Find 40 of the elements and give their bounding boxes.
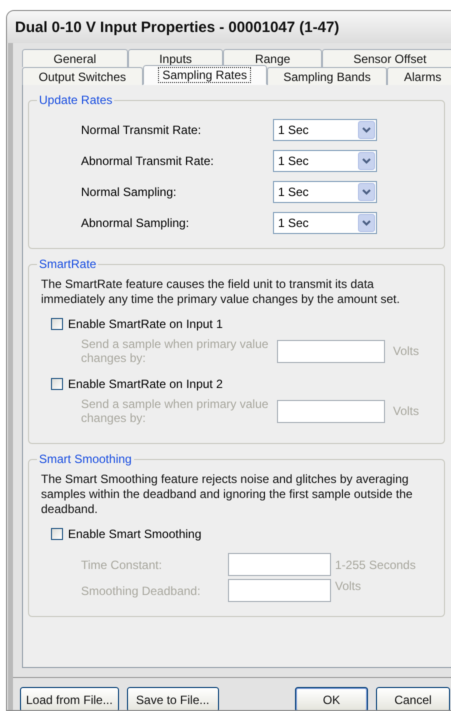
cancel-button[interactable]: Cancel [376, 687, 450, 710]
group-title: Smart Smoothing [38, 452, 133, 466]
checkbox-label[interactable]: Enable Smart Smoothing [68, 527, 202, 541]
unit-label: Volts [393, 344, 420, 358]
field-label: Abnormal Transmit Rate: [81, 154, 215, 168]
description-text: The Smart Smoothing feature rejects noise and glitches by averaging samples within the deadband and ignoring the first sample outside the deadband. [41, 472, 414, 517]
field-label: Abnormal Sampling: [81, 216, 190, 230]
load-button[interactable]: Load from File... [20, 687, 119, 710]
unit-label: Volts [393, 404, 420, 418]
unit-label: 1-255 Seconds [335, 558, 417, 572]
tab[interactable]: Range [223, 49, 322, 67]
description-text: The SmartRate feature causes the field unit to transmit its data immediately any time the primary value changes by the amount set. [41, 277, 401, 307]
tab[interactable]: Output Switches [22, 67, 143, 85]
checkbox[interactable] [51, 528, 63, 540]
tab[interactable]: Inputs [128, 49, 224, 67]
ok-button[interactable]: OK [295, 687, 368, 710]
tab[interactable]: Alarms [387, 67, 451, 85]
window-title: Dual 0-10 V Input Properties - 00001047 (1-47) [15, 18, 340, 36]
caret-icon[interactable] [358, 214, 375, 232]
unit-label: Volts [335, 579, 362, 593]
field-label: Normal Transmit Rate: [81, 123, 202, 137]
field-label: Send a sample when primary value changes by: [81, 397, 270, 425]
field-label: Send a sample when primary value changes by: [81, 337, 270, 365]
dropdown[interactable]: 1 Sec [273, 150, 377, 172]
tab[interactable]: General [22, 49, 128, 67]
field-label: Time Constant: [81, 558, 163, 572]
group-title: Update Rates [38, 93, 114, 107]
tab[interactable]: Sampling Bands [266, 67, 388, 85]
field-label: Normal Sampling: [81, 185, 178, 199]
dropdown[interactable]: 1 Sec [273, 181, 377, 203]
save-button[interactable]: Save to File... [126, 687, 219, 710]
tab[interactable]: Sensor Offset [322, 49, 451, 67]
group-title: SmartRate [38, 257, 98, 271]
tab[interactable]: Sampling Rates [142, 65, 267, 85]
caret-icon[interactable] [358, 183, 375, 201]
dropdown[interactable]: 1 Sec [273, 212, 377, 234]
dropdown[interactable]: 1 Sec [273, 119, 377, 141]
field-label: Smoothing Deadband: [81, 584, 202, 598]
caret-icon[interactable] [358, 121, 375, 139]
caret-icon[interactable] [358, 152, 375, 170]
